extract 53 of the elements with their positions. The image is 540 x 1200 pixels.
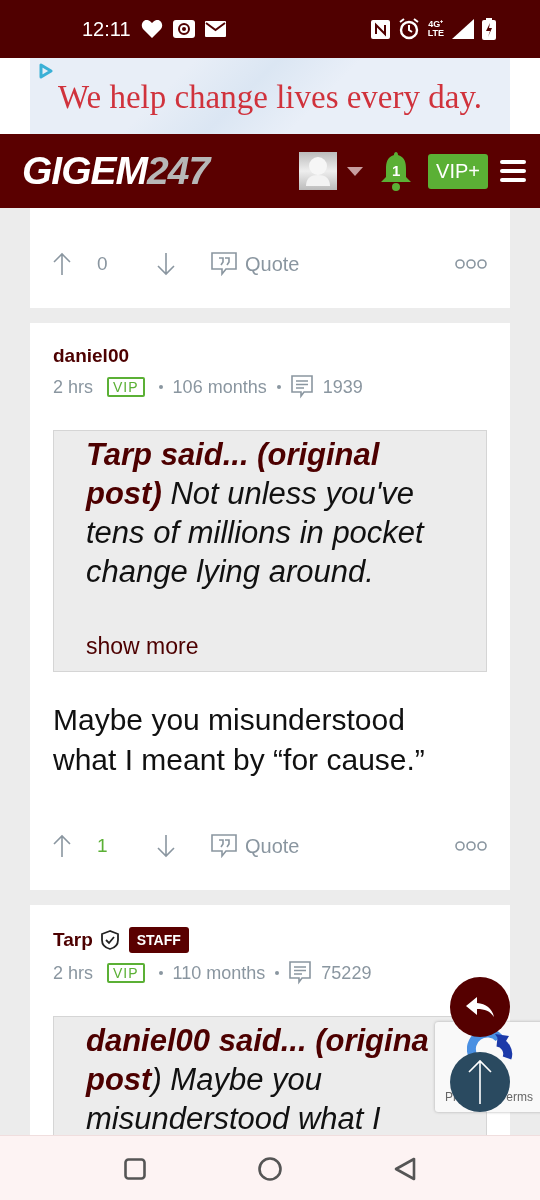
caret-icon[interactable] xyxy=(347,166,364,176)
author-name[interactable]: Tarp xyxy=(53,929,93,951)
comment-icon xyxy=(289,961,312,985)
avatar[interactable] xyxy=(299,152,338,190)
back-icon[interactable] xyxy=(394,1156,416,1181)
reply-arrow-icon xyxy=(465,996,495,1018)
downvote-arrow-icon[interactable] xyxy=(157,834,175,858)
post-count: 1939 xyxy=(322,376,363,398)
battery-icon xyxy=(482,18,496,40)
home-icon[interactable] xyxy=(258,1156,282,1181)
post-count: 75229 xyxy=(321,962,372,984)
menu-icon[interactable] xyxy=(500,160,526,182)
up-arrow-icon xyxy=(468,1059,492,1105)
signal-icon xyxy=(452,19,474,39)
post-time: 2 hrs xyxy=(53,962,94,984)
post-text: Maybe you misunderstood what I meant by “for cause.” xyxy=(53,702,426,778)
quote-button[interactable]: Quote xyxy=(211,252,300,276)
staff-badge: STAFF xyxy=(128,927,189,953)
recent-apps-icon[interactable] xyxy=(124,1157,146,1180)
member-tenure: 110 months xyxy=(172,962,266,984)
shield-icon xyxy=(100,930,119,950)
post-time: 2 hrs xyxy=(53,376,94,398)
vote-score: 0 xyxy=(97,253,109,275)
more-options-icon[interactable] xyxy=(455,841,487,851)
ad-banner[interactable]: We help change lives every day. xyxy=(30,58,510,134)
site-logo[interactable]: GIGEM247 xyxy=(22,149,210,193)
vip-badge: VIP xyxy=(107,377,145,397)
vote-score: 1 xyxy=(97,835,109,857)
network-type: 4G⁺ LTE xyxy=(427,20,444,38)
radio-icon xyxy=(172,19,195,39)
alarm-icon xyxy=(397,18,420,40)
mail-icon xyxy=(204,21,226,37)
clock-time: 12:11 xyxy=(82,17,131,41)
author-name[interactable]: daniel00 xyxy=(53,345,130,367)
quote-text: Tarp said... (original post) Not unless you've tens of millions in pocket change lying around. xyxy=(86,437,424,589)
upvote-arrow-icon[interactable] xyxy=(53,252,71,276)
terms-link[interactable]: erms xyxy=(506,1090,533,1104)
play-icon xyxy=(38,63,54,79)
show-more-link[interactable]: show more xyxy=(86,633,456,659)
more-options-icon[interactable] xyxy=(455,259,487,269)
vip-badge: VIP xyxy=(107,963,145,983)
quote-icon xyxy=(211,252,237,276)
member-tenure: 106 months xyxy=(172,376,267,398)
comment-icon xyxy=(290,375,313,399)
quote-icon xyxy=(211,834,237,858)
quote-button[interactable]: Quote xyxy=(211,834,300,858)
upvote-arrow-icon[interactable] xyxy=(53,834,71,858)
vip-button[interactable]: VIP+ xyxy=(428,153,488,189)
nfc-icon xyxy=(370,19,390,39)
ad-text: We help change lives every day. xyxy=(58,77,482,116)
downvote-arrow-icon[interactable] xyxy=(157,252,175,276)
quote-text: daniel00 said... (origina post) Maybe you misunderstood what I xyxy=(86,1023,429,1135)
heart-icon xyxy=(140,19,163,39)
